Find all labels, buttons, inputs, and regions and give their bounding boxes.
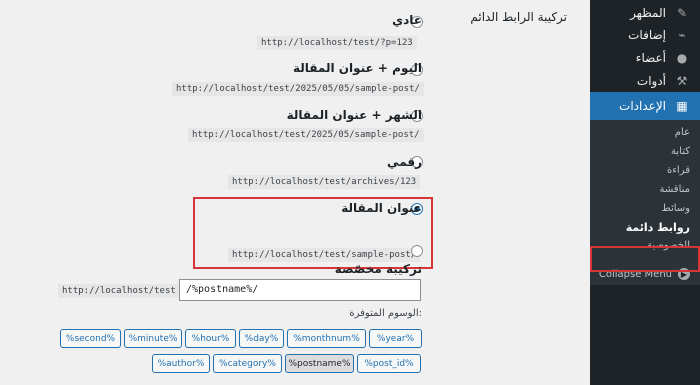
tag-day-button[interactable]: %day%	[239, 329, 284, 348]
option-plain-label: عادي	[392, 13, 422, 27]
tag-monthnum-button[interactable]: %monthnum%	[287, 329, 366, 348]
option-month-and-name-label: الشهر + عنوان المقالة	[286, 108, 422, 122]
sidebar-item-label: إضافات	[628, 28, 666, 42]
available-tags-label: الوسوم المتوفرة:	[349, 308, 422, 319]
submenu-item-reading[interactable]: قراءة	[667, 165, 690, 176]
sidebar-item-label: الإعدادات	[619, 99, 666, 113]
tag-author-button[interactable]: %author%	[152, 354, 210, 373]
example-url-plain: http://localhost/test/?p=123	[257, 36, 417, 50]
sidebar-item-tools[interactable]: أدوات ⚒	[590, 68, 700, 94]
sidebar-item-label: أعضاء	[635, 51, 666, 65]
option-day-and-name-label: اليوم + عنوان المقالة	[293, 61, 422, 75]
custom-structure-label: تركيبة مخصّصة	[334, 262, 422, 276]
sidebar-item-label: المظهر	[630, 6, 666, 20]
submenu-item-writing[interactable]: كتابة	[671, 146, 690, 157]
example-url-numeric: http://localhost/test/archives/123	[228, 175, 421, 189]
wrench-icon: ⚒	[676, 74, 688, 88]
tag-category-button[interactable]: %category%	[213, 354, 282, 373]
tag-post-id-button[interactable]: %post_id%	[357, 354, 421, 373]
tag-hour-button[interactable]: %hour%	[185, 329, 236, 348]
users-icon: ●	[676, 51, 688, 65]
tag-year-button[interactable]: %year%	[369, 329, 422, 348]
custom-structure-prefix: http://localhost/test	[58, 284, 180, 298]
tag-postname-button[interactable]: %postname%	[285, 354, 354, 373]
custom-structure-input[interactable]: /%postname%/	[179, 279, 421, 301]
sidebar-item-settings[interactable]: الإعدادات ▦	[590, 92, 700, 120]
submenu-item-general[interactable]: عام	[675, 127, 690, 138]
submenu-item-permalinks[interactable]: روابط دائمة	[626, 221, 690, 234]
sidebar-item-label: أدوات	[636, 74, 666, 88]
submenu-item-discussion[interactable]: مناقشة	[660, 184, 690, 195]
paintbrush-icon: ✎	[676, 6, 688, 20]
example-url-day-and-name: http://localhost/test/2025/05/05/sample-…	[172, 82, 424, 96]
admin-sidebar: المظهر ✎ إضافات ⌁ أعضاء ● أدوات ⚒ الإعدا…	[590, 0, 700, 385]
tag-second-button[interactable]: %second%	[60, 329, 121, 348]
plugin-icon: ⌁	[678, 28, 686, 42]
permalink-structure-label: تركيبة الرابط الدائم	[470, 10, 567, 24]
settings-icon: ▦	[676, 99, 688, 113]
example-url-month-and-name: http://localhost/test/2025/05/sample-pos…	[188, 128, 424, 142]
radio-custom-structure[interactable]	[411, 245, 423, 257]
highlight-post-name-option	[193, 197, 433, 269]
page: المظهر ✎ إضافات ⌁ أعضاء ● أدوات ⚒ الإعدا…	[0, 0, 700, 385]
submenu-item-media[interactable]: وسائط	[661, 203, 690, 214]
highlight-permalinks-menu	[590, 246, 700, 272]
tag-minute-button[interactable]: %minute%	[124, 329, 182, 348]
option-numeric-label: رقمي	[387, 155, 422, 169]
